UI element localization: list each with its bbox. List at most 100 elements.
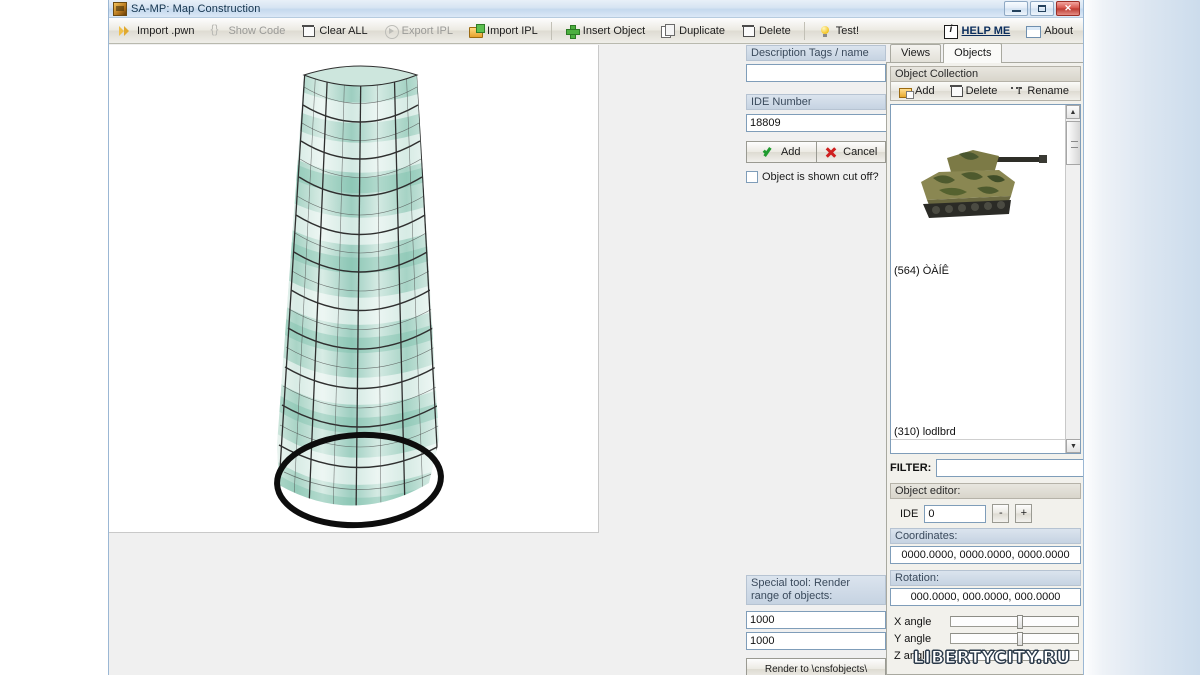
object-viewport[interactable] — [109, 45, 599, 533]
render-range-to-input[interactable] — [746, 632, 886, 650]
list-item[interactable]: (564) ÒÀÍÊ — [891, 105, 1065, 278]
collection-rename-button[interactable]: Rename — [1005, 85, 1075, 98]
list-item-label: (310) lodlbrd — [891, 426, 1065, 439]
page-background-left — [0, 0, 108, 675]
z-angle-row: Z angle — [890, 646, 1081, 663]
checkbox-icon[interactable] — [746, 171, 758, 183]
main-toolbar: Import .pwn Show Code Clear ALL Export I… — [109, 18, 1083, 44]
toolbar-clear-all[interactable]: Clear ALL — [293, 20, 375, 42]
tab-objects[interactable]: Objects — [943, 43, 1002, 63]
toolbar-export-ipl[interactable]: Export IPL — [376, 20, 461, 42]
list-item-empty-row — [891, 439, 1065, 453]
toolbar-separator — [551, 22, 552, 40]
tank-thumbnail — [903, 130, 1053, 240]
cutoff-checkbox-row[interactable]: Object is shown cut off? — [746, 171, 886, 183]
folder-import-icon — [469, 24, 483, 38]
editor-ide-input[interactable] — [924, 505, 986, 523]
info-icon — [944, 24, 958, 38]
export-icon — [384, 24, 398, 38]
render-range-from-input[interactable] — [746, 611, 886, 629]
minimize-button[interactable] — [1004, 1, 1028, 16]
scrollbar-thumb[interactable] — [1066, 121, 1081, 165]
object-list-scrollbar[interactable]: ▲ ▼ — [1065, 105, 1080, 453]
slider-knob[interactable] — [1017, 649, 1023, 663]
editor-ide-decrement-button[interactable]: - — [992, 504, 1009, 523]
toolbar-label: Show Code — [228, 25, 285, 37]
toolbar-insert-object[interactable]: Insert Object — [557, 20, 653, 42]
window-title: SA-MP: Map Construction — [131, 3, 260, 15]
help-link-label: HELP ME — [962, 25, 1011, 37]
collection-rename-label: Rename — [1027, 85, 1069, 97]
add-object-button[interactable]: Add — [746, 141, 817, 163]
chevrons-icon — [119, 24, 133, 38]
toolbar-label: Clear ALL — [319, 25, 367, 37]
toolbar-label: Import IPL — [487, 25, 538, 37]
toolbar-label: Import .pwn — [137, 25, 194, 37]
x-angle-row: X angle — [890, 612, 1081, 629]
toolbar-help-me[interactable]: HELP ME — [936, 20, 1019, 42]
list-item[interactable]: (310) lodlbrd — [891, 426, 1065, 453]
toolbar-duplicate[interactable]: Duplicate — [653, 20, 733, 42]
x-angle-label: X angle — [894, 616, 942, 628]
toolbar-test[interactable]: Test! — [810, 20, 867, 42]
collection-add-label: Add — [915, 85, 935, 97]
cylinder-object-render — [109, 45, 599, 533]
description-tags-input[interactable] — [746, 64, 886, 82]
object-editor-header: Object editor: — [890, 483, 1081, 499]
plus-icon — [565, 24, 579, 38]
object-collection-list[interactable]: (564) ÒÀÍÊ (310) lodlbrd ▲ ▼ — [890, 104, 1081, 454]
y-angle-row: Y angle — [890, 629, 1081, 646]
toolbar-about[interactable]: About — [1018, 20, 1081, 42]
check-icon — [762, 145, 776, 159]
object-collection-header: Object Collection — [890, 66, 1081, 82]
trash-icon — [301, 24, 315, 38]
render-to-folder-button[interactable]: Render to \cnsfobjects\ — [746, 658, 886, 675]
toolbar-show-code[interactable]: Show Code — [202, 20, 293, 42]
minimize-icon — [1012, 10, 1021, 12]
rotation-value[interactable]: 000.0000, 000.0000, 000.0000 — [890, 588, 1081, 606]
add-object-label: Add — [781, 146, 801, 158]
code-icon — [210, 24, 224, 38]
rotation-header: Rotation: — [890, 570, 1081, 586]
slider-track — [950, 650, 1079, 661]
special-tool-header: Special tool: Render range of objects: — [746, 575, 886, 605]
scroll-up-button[interactable]: ▲ — [1066, 105, 1080, 119]
collection-add-button[interactable]: Add — [893, 85, 941, 98]
app-icon — [113, 2, 127, 16]
coordinates-value[interactable]: 0000.0000, 0000.0000, 0000.0000 — [890, 546, 1081, 564]
editor-ide-increment-button[interactable]: + — [1015, 504, 1032, 523]
lightbulb-icon — [818, 24, 832, 38]
editor-ide-row: IDE - + — [890, 499, 1081, 528]
description-tags-panel: Description Tags / name IDE Number - + A… — [746, 45, 886, 183]
trash-icon — [949, 84, 963, 98]
slider-knob[interactable] — [1017, 632, 1023, 646]
object-list-inner: (564) ÒÀÍÊ (310) lodlbrd — [891, 105, 1065, 453]
toolbar-delete[interactable]: Delete — [733, 20, 799, 42]
ide-number-input[interactable] — [746, 114, 896, 132]
toolbar-import-pwn[interactable]: Import .pwn — [111, 20, 202, 42]
right-side-panel: Views Objects Object Collection Add Dele… — [886, 43, 1084, 675]
y-angle-slider[interactable] — [950, 632, 1079, 646]
close-button[interactable]: ✕ — [1056, 1, 1080, 16]
z-angle-label: Z angle — [894, 650, 942, 662]
cancel-button[interactable]: Cancel — [817, 141, 887, 163]
trash-icon — [741, 24, 755, 38]
coordinates-header: Coordinates: — [890, 528, 1081, 544]
z-angle-slider[interactable] — [950, 649, 1079, 663]
toolbar-label: Export IPL — [402, 25, 453, 37]
toolbar-label: Duplicate — [679, 25, 725, 37]
filter-input[interactable] — [936, 459, 1084, 477]
maximize-button[interactable] — [1030, 1, 1054, 16]
x-angle-slider[interactable] — [950, 615, 1079, 629]
slider-knob[interactable] — [1017, 615, 1023, 629]
toolbar-import-ipl[interactable]: Import IPL — [461, 20, 546, 42]
tab-views[interactable]: Views — [890, 44, 941, 62]
description-tags-header: Description Tags / name — [746, 45, 886, 61]
screenshot-root: SA-MP: Map Construction ✕ Import .pwn Sh… — [0, 0, 1200, 675]
object-thumbnail — [891, 105, 1065, 265]
collection-delete-button[interactable]: Delete — [943, 84, 1004, 98]
duplicate-icon — [661, 24, 675, 38]
scroll-down-button[interactable]: ▼ — [1066, 439, 1081, 453]
folder-add-icon — [899, 85, 912, 98]
window-icon — [1026, 24, 1040, 38]
